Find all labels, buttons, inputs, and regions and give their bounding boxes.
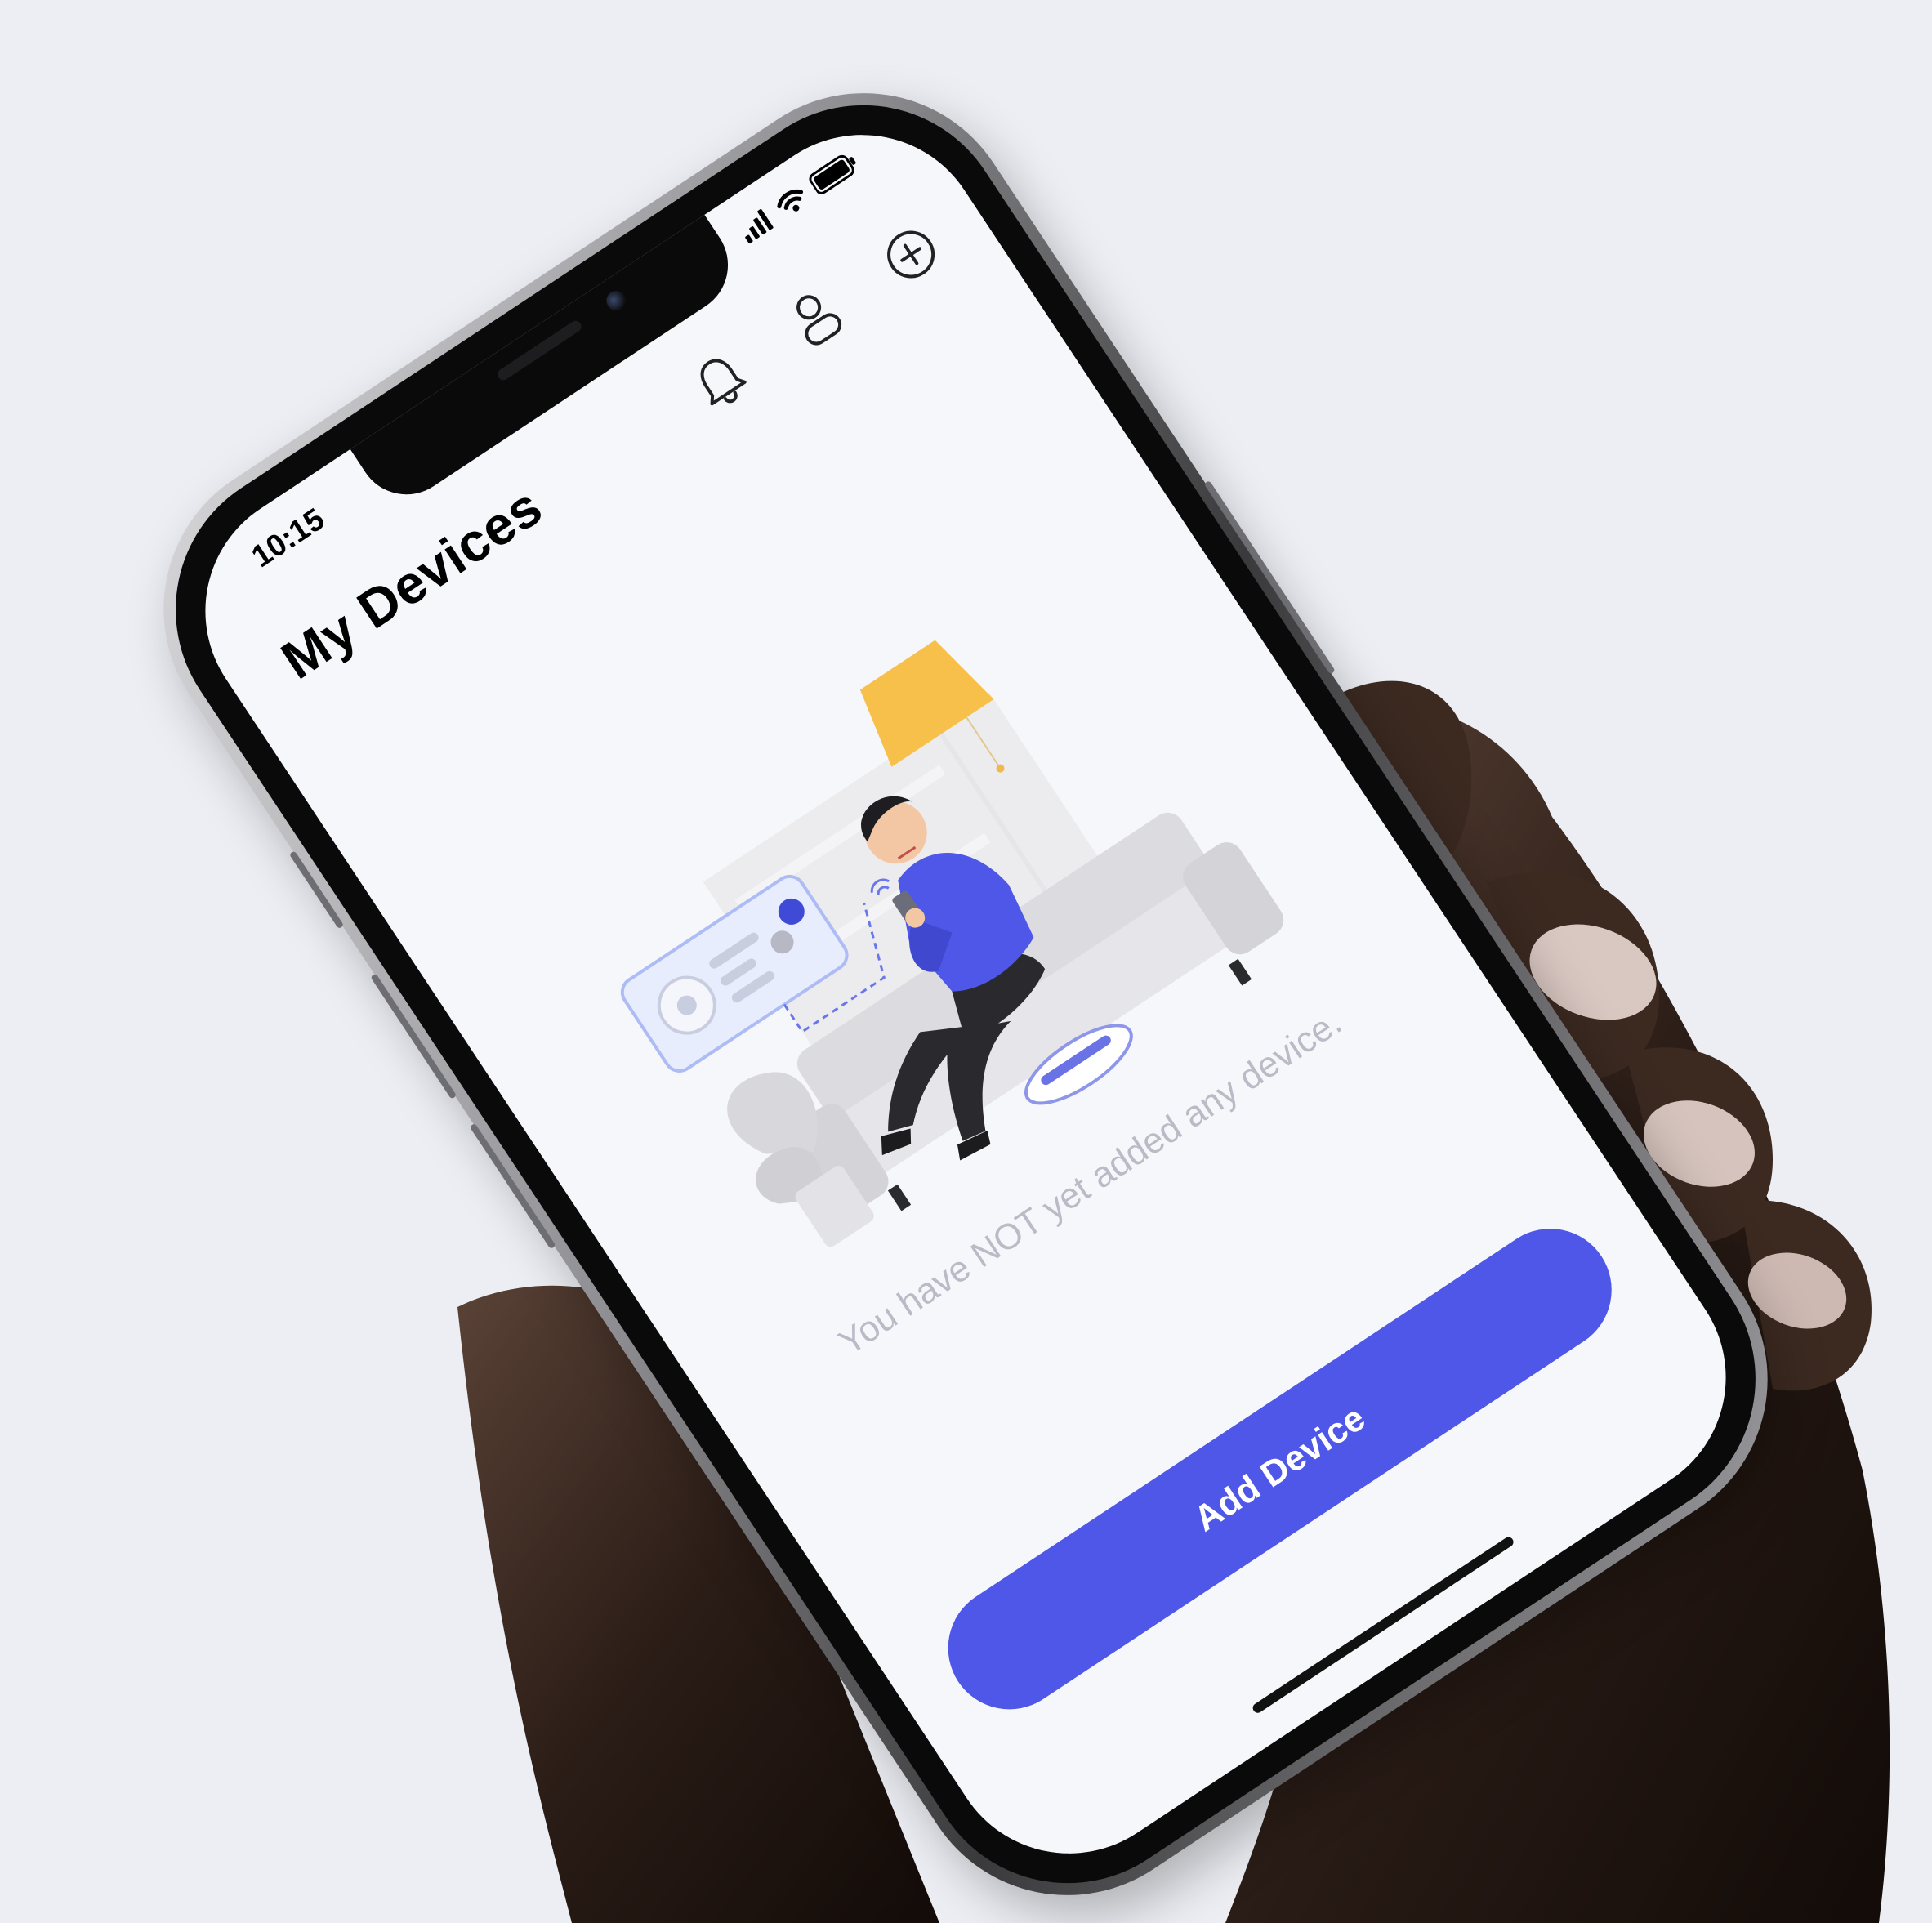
wifi-icon (771, 182, 814, 224)
front-camera (602, 287, 630, 315)
battery-icon (806, 149, 864, 200)
notifications-button[interactable] (678, 339, 764, 425)
profile-button[interactable] (774, 276, 859, 362)
profile-icon (780, 281, 853, 356)
add-circle-icon (876, 219, 948, 292)
status-time: 10:15 (245, 502, 331, 575)
earpiece-speaker (495, 319, 584, 382)
status-icons (736, 149, 865, 248)
scene: 10:15 My Devices You have NOT yet added … (0, 0, 1932, 1923)
cellular-signal-icon (736, 206, 779, 248)
empty-state-illustration (620, 640, 1284, 1247)
bell-icon (685, 345, 757, 419)
add-device-header-button[interactable] (869, 213, 955, 299)
